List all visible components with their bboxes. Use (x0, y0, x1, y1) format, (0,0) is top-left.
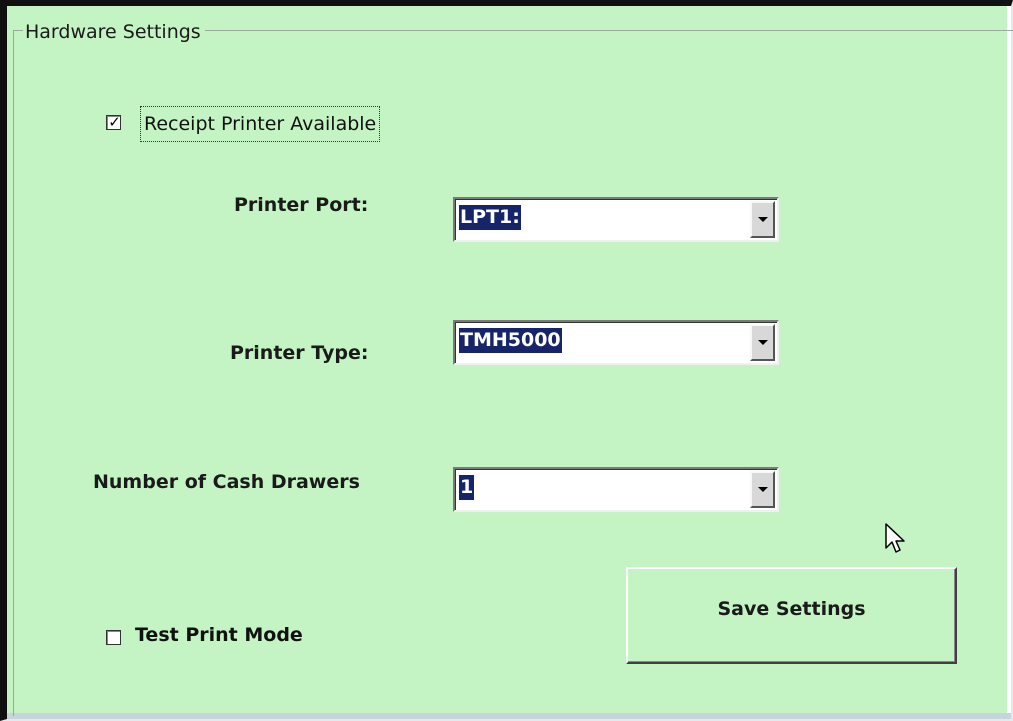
cash-drawers-dropdown-button[interactable] (750, 471, 775, 508)
mouse-pointer-icon (885, 523, 905, 553)
chevron-down-icon (758, 340, 768, 345)
printer-type-dropdown-button[interactable] (750, 324, 775, 361)
cash-drawers-select[interactable]: 1 (453, 467, 779, 512)
printer-type-select[interactable]: TMH5000 (453, 320, 779, 365)
test-print-mode-label[interactable]: Test Print Mode (135, 624, 303, 646)
receipt-printer-checkbox[interactable]: ✓ (106, 113, 121, 131)
receipt-printer-label[interactable]: Receipt Printer Available (139, 106, 381, 142)
printer-port-dropdown-button[interactable] (750, 201, 775, 238)
chevron-down-icon (758, 487, 768, 492)
group-title: Hardware Settings (23, 20, 205, 44)
chevron-down-icon (758, 217, 768, 222)
save-settings-button[interactable]: Save Settings (626, 567, 957, 664)
checkmark-icon: ✓ (108, 113, 121, 131)
printer-port-value: LPT1: (459, 205, 521, 230)
printer-port-select[interactable]: LPT1: (453, 197, 779, 242)
save-settings-label: Save Settings (717, 598, 866, 620)
test-print-mode-checkbox[interactable] (106, 630, 121, 645)
cash-drawers-label: Number of Cash Drawers (93, 471, 360, 493)
printer-type-value: TMH5000 (459, 328, 562, 353)
printer-port-label: Printer Port: (234, 194, 369, 216)
cash-drawers-value: 1 (459, 475, 475, 500)
printer-type-label: Printer Type: (230, 342, 369, 364)
